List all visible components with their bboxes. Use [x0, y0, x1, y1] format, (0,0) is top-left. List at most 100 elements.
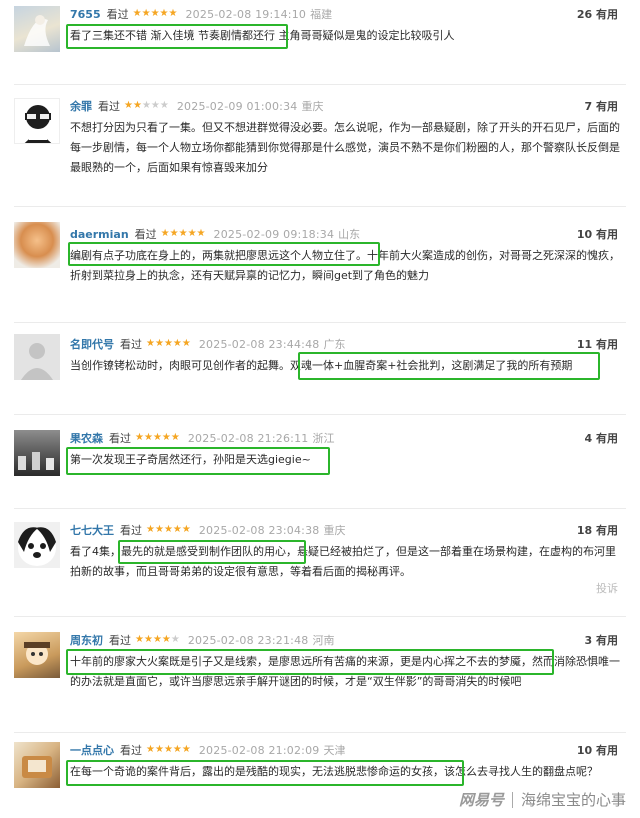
review-item: 果农森 看过 ★ ★ ★ ★ ★ 2025-02-08 21:26:11 浙江 4 有用…	[0, 428, 640, 506]
review-item: 名即代号 看过 ★ ★ ★ ★ ★ 2025-02-08 23:44:48 广东 11 …	[0, 332, 640, 424]
review-time[interactable]: 2025-02-08 21:02:09	[199, 744, 320, 757]
rating-stars: ★ ★ ★ ★ ★	[161, 229, 206, 239]
rating-stars: ★ ★ ★ ★ ★	[146, 525, 191, 535]
star-filled-icon: ★	[161, 634, 171, 645]
avatar-image	[24, 642, 50, 665]
review-location: 重庆	[301, 100, 324, 113]
star-filled-icon: ★	[141, 8, 151, 19]
useful-count[interactable]: 10 有用	[577, 742, 618, 758]
review-text: 第一次发现王子奇居然还行，孙阳是天选giegie~	[70, 453, 311, 466]
useful-count[interactable]: 4 有用	[585, 430, 618, 446]
avatar[interactable]	[14, 98, 60, 144]
review-time[interactable]: 2025-02-09 09:18:34	[214, 228, 335, 241]
review-meta: 周东初 看过 ★ ★ ★ ★ ★ 2025-02-08 23:21:48 河南	[70, 632, 334, 648]
star-empty-icon: ★	[159, 100, 169, 111]
star-filled-icon: ★	[146, 524, 155, 535]
watermark-logo: 网易号	[458, 791, 504, 809]
review-meta: 果农森 看过 ★ ★ ★ ★ ★ 2025-02-08 21:26:11 浙江	[70, 430, 334, 446]
watched-label: 看过	[106, 8, 129, 21]
avatar[interactable]	[14, 334, 60, 380]
star-filled-icon: ★	[187, 228, 197, 239]
useful-count[interactable]: 10 有用	[577, 226, 618, 242]
star-filled-icon: ★	[160, 228, 170, 239]
star-empty-icon: ★	[150, 100, 160, 111]
review-text: 在每一个奇诡的案件背后，露出的是残酷的现实，无法逃脱悲惨命运的女孩，该怎么去寻找…	[70, 765, 598, 778]
review-item: 7655 看过 ★ ★ ★ ★ ★ 2025-02-08 19:14:10 福建 26 …	[0, 0, 640, 96]
review-location: 河南	[312, 634, 335, 647]
review-text: 看了4集，最先的就是感受到制作团队的用心，悬疑已经被拍烂了，但是这一部着重在场景…	[70, 545, 616, 578]
divider	[14, 508, 626, 509]
username-link[interactable]: 一点点心	[70, 742, 114, 758]
star-filled-icon: ★	[143, 432, 153, 443]
review-time[interactable]: 2025-02-08 19:14:10	[185, 8, 306, 21]
watermark-source: 海绵宝宝的心事	[520, 791, 626, 809]
review-meta: 七七大王 看过 ★ ★ ★ ★ ★ 2025-02-08 23:04:38 重庆	[70, 522, 345, 538]
review-location: 浙江	[312, 432, 335, 445]
star-filled-icon: ★	[132, 100, 142, 111]
avatar[interactable]	[14, 222, 60, 268]
divider	[14, 84, 626, 85]
review-text: 编剧有点子功底在身上的，两集就把廖思远这个人物立住了。十年前大火案造成的创伤，对…	[70, 249, 620, 282]
watched-label: 看过	[109, 634, 131, 647]
review-text: 不想打分因为只看了一集。但又不想进群觉得没必要。怎么说呢，作为一部悬疑剧，除了开…	[70, 121, 620, 174]
star-filled-icon: ★	[159, 8, 169, 19]
star-empty-icon: ★	[170, 634, 180, 645]
review-time[interactable]: 2025-02-08 21:26:11	[188, 432, 309, 445]
username-link[interactable]: 周东初	[70, 632, 103, 648]
review-location: 天津	[323, 744, 346, 757]
divider	[14, 732, 626, 733]
star-filled-icon: ★	[163, 524, 173, 535]
star-filled-icon: ★	[152, 634, 162, 645]
avatar-image	[18, 527, 56, 566]
avatar[interactable]	[14, 632, 60, 678]
star-filled-icon: ★	[181, 744, 191, 755]
username-link[interactable]: 七七大王	[70, 522, 114, 538]
divider	[14, 322, 626, 323]
username-link[interactable]: daermian	[70, 228, 129, 241]
star-filled-icon: ★	[154, 744, 164, 755]
avatar-image	[24, 15, 50, 46]
star-filled-icon: ★	[172, 744, 182, 755]
avatar-image	[21, 343, 53, 380]
star-filled-icon: ★	[124, 100, 133, 111]
star-filled-icon: ★	[154, 524, 164, 535]
review-location: 山东	[338, 228, 361, 241]
username-link[interactable]: 余罪	[70, 98, 92, 114]
star-filled-icon: ★	[152, 432, 162, 443]
review-time[interactable]: 2025-02-08 23:21:48	[188, 634, 309, 647]
avatar-image	[24, 105, 52, 143]
useful-count[interactable]: 11 有用	[577, 336, 618, 352]
review-time[interactable]: 2025-02-09 01:00:34	[177, 100, 298, 113]
rating-stars: ★ ★ ★ ★ ★	[146, 745, 191, 755]
useful-count[interactable]: 26 有用	[577, 6, 618, 22]
username-link[interactable]: 7655	[70, 8, 101, 21]
watched-label: 看过	[109, 432, 131, 445]
star-filled-icon: ★	[172, 524, 182, 535]
avatar[interactable]	[14, 522, 60, 568]
rating-stars: ★ ★ ★ ★ ★	[146, 339, 191, 349]
rating-stars: ★ ★ ★ ★ ★	[135, 635, 180, 645]
review-text: 看了三集还不错 渐入佳境 节奏剧情都还行 主角哥哥疑似是鬼的设定比较吸引人	[70, 29, 455, 42]
divider	[14, 414, 626, 415]
useful-count[interactable]: 3 有用	[585, 632, 618, 648]
review-time[interactable]: 2025-02-08 23:44:48	[199, 338, 320, 351]
review-time[interactable]: 2025-02-08 23:04:38	[199, 524, 320, 537]
username-link[interactable]: 果农森	[70, 430, 103, 446]
report-link[interactable]: 投诉	[596, 580, 618, 596]
avatar[interactable]	[14, 430, 60, 476]
useful-count[interactable]: 7 有用	[585, 98, 618, 114]
avatar[interactable]	[14, 6, 60, 52]
star-filled-icon: ★	[178, 228, 188, 239]
star-filled-icon: ★	[169, 228, 179, 239]
review-meta: 名即代号 看过 ★ ★ ★ ★ ★ 2025-02-08 23:44:48 广东	[70, 336, 345, 352]
rating-stars: ★ ★ ★ ★ ★	[135, 433, 180, 443]
review-meta: 7655 看过 ★ ★ ★ ★ ★ 2025-02-08 19:14:10 福建	[70, 6, 332, 22]
star-filled-icon: ★	[150, 8, 160, 19]
useful-count[interactable]: 18 有用	[577, 522, 618, 538]
star-filled-icon: ★	[135, 432, 144, 443]
review-item: 余罪 看过 ★ ★ ★ ★ ★ 2025-02-09 01:00:34 重庆 7 有用 …	[0, 96, 640, 202]
username-link[interactable]: 名即代号	[70, 336, 114, 352]
star-filled-icon: ★	[168, 8, 178, 19]
star-filled-icon: ★	[146, 744, 155, 755]
avatar[interactable]	[14, 742, 60, 788]
